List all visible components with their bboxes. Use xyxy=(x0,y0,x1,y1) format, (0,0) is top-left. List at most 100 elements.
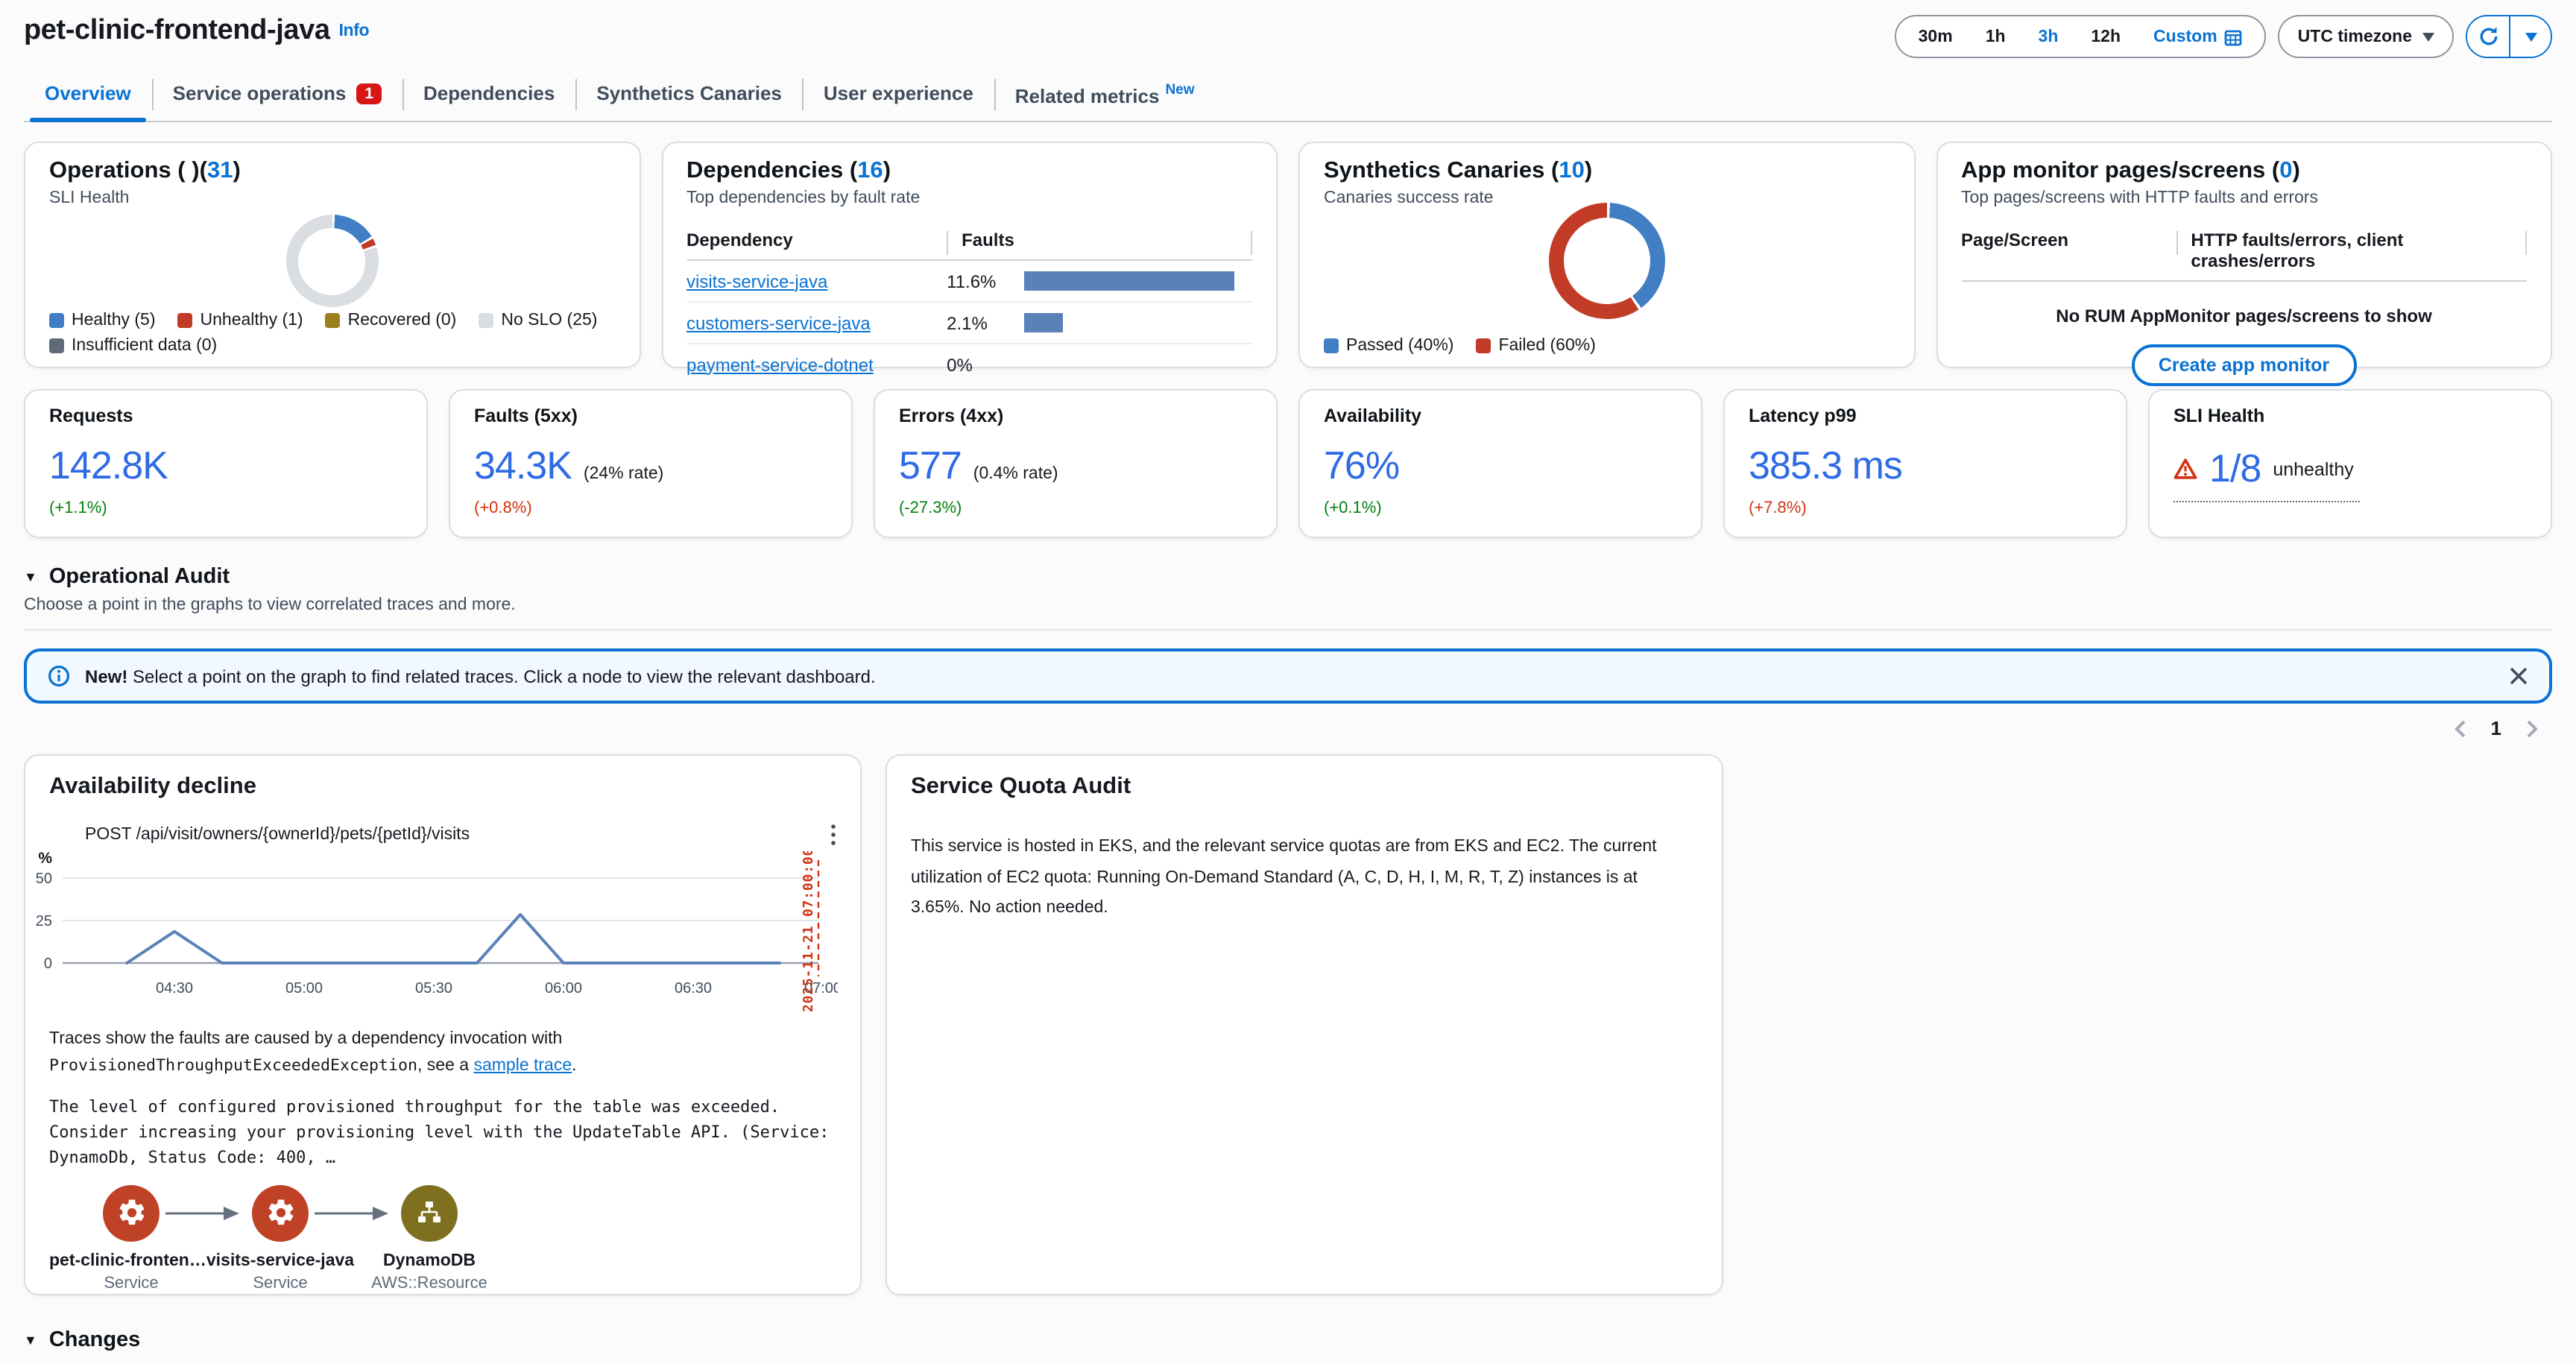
resource-node-circle xyxy=(401,1185,458,1242)
legend-item: No SLO (25) xyxy=(479,312,597,329)
synthetics-canaries-card: Synthetics Canaries 10 Canaries success … xyxy=(1298,142,1915,368)
svg-text:2025-11-21 07:00:00: 2025-11-21 07:00:00 xyxy=(801,851,816,1012)
legend-swatch xyxy=(49,338,64,353)
svg-text:05:30: 05:30 xyxy=(415,980,452,997)
legend-item: Failed (60%) xyxy=(1476,337,1595,355)
application-signals-service-page: pet-clinic-frontend-java Info 30m 1h 3h 1… xyxy=(0,0,2576,1364)
tab-synthetics-canaries[interactable]: Synthetics Canaries xyxy=(575,72,803,121)
info-link[interactable]: Info xyxy=(339,22,370,40)
tab-overview[interactable]: Overview xyxy=(24,72,152,121)
svg-text:0: 0 xyxy=(44,956,52,972)
table-row: customers-service-java 2.1% xyxy=(686,303,1252,344)
metric-value: 577 xyxy=(899,443,962,489)
column-header: Faults xyxy=(947,230,1252,250)
sitemap-icon xyxy=(416,1201,443,1226)
chevron-down-icon xyxy=(2525,32,2536,41)
next-page-icon[interactable] xyxy=(2525,718,2540,739)
table-row: visits-service-java 11.6% xyxy=(686,261,1252,303)
synthetics-legend: Passed (40%) Failed (60%) xyxy=(1324,337,1901,355)
synthetics-count-link[interactable]: 10 xyxy=(1559,158,1585,183)
tab-dependencies[interactable]: Dependencies xyxy=(402,72,575,121)
page-title: pet-clinic-frontend-java Info xyxy=(24,15,369,48)
tab-bar: Overview Service operations1 Dependencie… xyxy=(24,72,2552,122)
collapse-triangle-icon: ▼ xyxy=(24,1333,37,1348)
app-monitor-card-subtitle: Top pages/screens with HTTP faults and e… xyxy=(1961,189,2527,207)
dependencies-card: Dependencies 16 Top dependencies by faul… xyxy=(661,142,1278,368)
time-range-12h[interactable]: 12h xyxy=(2074,28,2137,45)
availability-line-chart[interactable]: 50250%04:3005:0005:3006:0006:3007:002025… xyxy=(25,851,838,1018)
legend-swatch xyxy=(1476,338,1491,353)
svg-text:04:30: 04:30 xyxy=(156,980,193,997)
metric-suffix: (0.4% rate) xyxy=(973,465,1058,483)
time-range-custom[interactable]: Custom xyxy=(2137,28,2259,45)
latency-metric-card: Latency p99 385.3 ms (+7.8%) xyxy=(1723,389,2127,538)
app-monitor-table-header: Page/Screen HTTP faults/errors, client c… xyxy=(1961,219,2527,282)
operations-card-title: Operations 31 xyxy=(49,158,615,185)
sample-trace-link[interactable]: sample trace xyxy=(473,1057,572,1075)
chart-operation-label: POST /api/visit/owners/{ownerId}/pets/{p… xyxy=(85,826,830,844)
fault-bar-track xyxy=(1024,355,1252,374)
warning-icon xyxy=(2174,458,2197,480)
chevron-down-icon xyxy=(2422,32,2434,41)
operational-audit-heading[interactable]: ▼ Operational Audit xyxy=(24,565,2552,589)
audit-cards-row: Availability decline POST /api/visit/own… xyxy=(24,754,2552,1295)
sli-health-metric-card: SLI Health 1/8 unhealthy xyxy=(2148,389,2552,538)
service-node-pet-clinic-frontend[interactable]: pet-clinic-frontend… Service xyxy=(49,1185,213,1292)
dependency-link[interactable]: customers-service-java xyxy=(686,312,871,333)
synthetics-donut-chart[interactable] xyxy=(1549,203,1665,319)
legend-swatch xyxy=(479,313,493,328)
metric-delta: (+7.8%) xyxy=(1749,499,1807,517)
service-node-visits-service[interactable]: visits-service-java Service xyxy=(198,1185,362,1292)
service-name: pet-clinic-frontend-java xyxy=(24,15,330,46)
metric-value: 76% xyxy=(1324,443,1399,489)
kebab-menu-icon[interactable] xyxy=(830,823,836,847)
availability-decline-title: Availability decline xyxy=(49,774,836,801)
pagination: 1 xyxy=(36,717,2540,739)
service-quota-title: Service Quota Audit xyxy=(911,774,1698,801)
time-range-1h[interactable]: 1h xyxy=(1969,28,2022,45)
svg-text:50: 50 xyxy=(36,871,52,887)
resource-node-dynamodb[interactable]: DynamoDB AWS::Resource xyxy=(347,1185,511,1292)
donut-hole xyxy=(299,227,366,294)
operations-legend: Healthy (5) Unhealthy (1) Recovered (0) … xyxy=(49,312,627,355)
app-monitor-count-link[interactable]: 0 xyxy=(2279,158,2292,183)
legend-swatch xyxy=(1324,338,1339,353)
dependencies-card-title: Dependencies 16 xyxy=(686,158,1252,185)
time-range-3h[interactable]: 3h xyxy=(2022,28,2075,45)
close-icon[interactable] xyxy=(2509,666,2528,686)
previous-page-icon[interactable] xyxy=(2452,718,2467,739)
sli-health-value[interactable]: 1/8 unhealthy xyxy=(2174,446,2360,502)
dependency-link[interactable]: visits-service-java xyxy=(686,271,827,291)
gear-icon xyxy=(116,1198,147,1229)
fault-bar-track xyxy=(1024,271,1252,291)
time-controls: 30m 1h 3h 12h Custom UTC timezone xyxy=(1895,15,2552,58)
divider xyxy=(24,629,2552,631)
refresh-options-button[interactable] xyxy=(2509,16,2551,57)
tab-user-experience[interactable]: User experience xyxy=(803,72,994,121)
operations-count-link[interactable]: 31 xyxy=(207,158,233,183)
svg-text:06:30: 06:30 xyxy=(675,980,712,997)
gear-icon xyxy=(265,1198,296,1229)
tab-related-metrics[interactable]: Related metricsNew xyxy=(994,72,1216,121)
fault-bar-track xyxy=(1024,313,1252,332)
tab-service-operations[interactable]: Service operations1 xyxy=(152,72,402,121)
refresh-button[interactable] xyxy=(2467,16,2509,57)
page-number[interactable]: 1 xyxy=(2491,717,2501,739)
svg-text:%: % xyxy=(38,851,52,867)
dependency-link[interactable]: payment-service-dotnet xyxy=(686,354,874,375)
operations-donut-chart[interactable] xyxy=(286,215,379,307)
summary-cards-row: Operations 31 SLI Health Healthy (5) Unh… xyxy=(24,142,2552,368)
legend-swatch xyxy=(326,313,341,328)
exception-name: ProvisionedThroughputExceededException xyxy=(49,1055,417,1075)
availability-decline-card: Availability decline POST /api/visit/own… xyxy=(24,754,862,1295)
legend-item: Passed (40%) xyxy=(1324,337,1453,355)
dependencies-count-link[interactable]: 16 xyxy=(857,158,883,183)
create-app-monitor-button[interactable]: Create app monitor xyxy=(2132,344,2356,386)
timezone-dropdown[interactable]: UTC timezone xyxy=(2279,15,2454,58)
service-map: pet-clinic-frontend… Service visits-serv… xyxy=(49,1185,836,1340)
trace-summary-text: Traces show the faults are caused by a d… xyxy=(49,1027,836,1080)
legend-swatch xyxy=(49,313,64,328)
time-range-30m[interactable]: 30m xyxy=(1902,28,1969,45)
metric-delta: (+1.1%) xyxy=(49,499,107,517)
faults-metric-card: Faults (5xx) 34.3K(24% rate) (+0.8%) xyxy=(449,389,853,538)
